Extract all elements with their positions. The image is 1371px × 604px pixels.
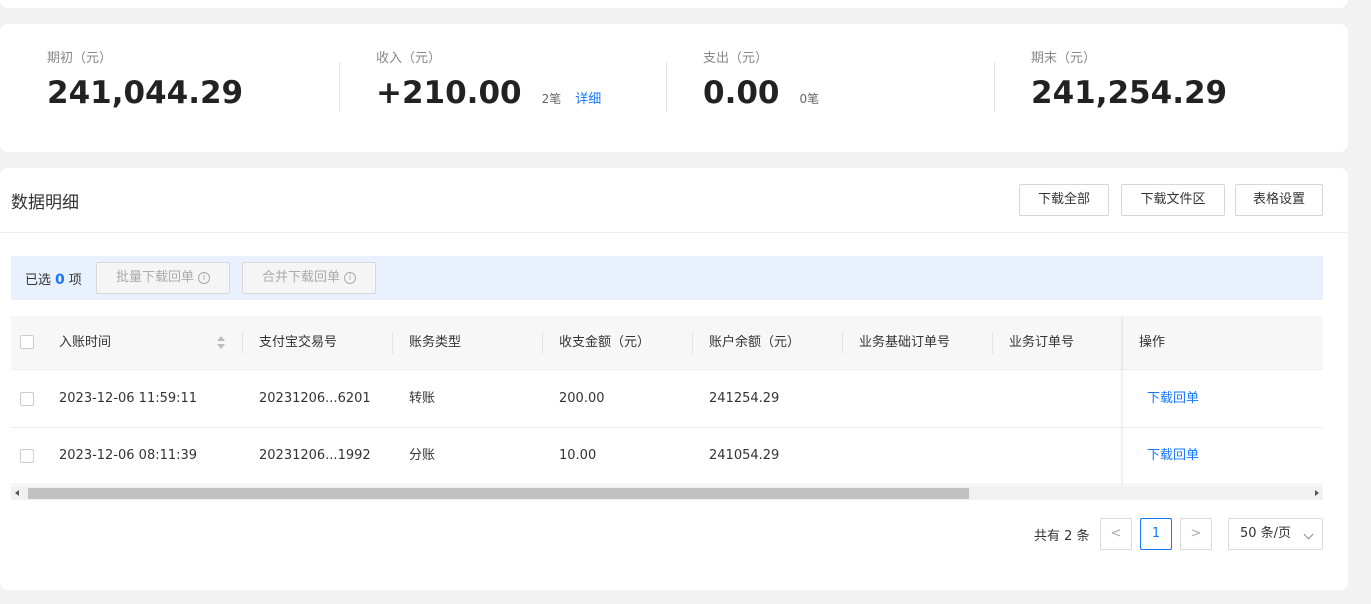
table-row: 2023-12-06 08:11:39 20231206...1992 分账 1… — [11, 428, 1323, 485]
stat-closing-value: 241,254.29 — [1031, 75, 1228, 111]
col-separator — [992, 332, 993, 354]
row-checkbox[interactable] — [20, 449, 34, 463]
chevron-down-icon — [1303, 529, 1314, 540]
col-separator — [842, 332, 843, 354]
cell-type: 转账 — [409, 391, 436, 406]
cell-amount: 200.00 — [559, 391, 605, 406]
selection-bar: 已选 0 项 批量下载回单 i 合并下载回单 i — [11, 256, 1323, 300]
divider — [994, 62, 995, 112]
top-card — [0, 0, 1348, 8]
divider — [0, 232, 1348, 233]
sort-icon[interactable] — [217, 336, 225, 350]
info-icon: i — [344, 271, 356, 284]
data-table: 入账时间 支付宝交易号 账务类型 收支金额（元） 账户余额（元） 业务基础订单号… — [11, 316, 1323, 486]
merge-download-button[interactable]: 合并下载回单 i — [242, 262, 376, 294]
col-separator — [542, 332, 543, 354]
cell-time: 2023-12-06 08:11:39 — [59, 448, 198, 463]
cell-amount: 10.00 — [559, 448, 597, 463]
selection-suffix: 项 — [68, 273, 82, 288]
selection-prefix: 已选 — [25, 273, 52, 288]
col-action: 操作 — [1139, 335, 1166, 350]
scroll-left-icon[interactable] — [15, 490, 19, 496]
col-amount: 收支金额（元） — [559, 335, 651, 350]
select-all-checkbox[interactable] — [20, 335, 34, 349]
cell-time: 2023-12-06 11:59:11 — [59, 391, 198, 406]
col-balance: 账户余额（元） — [709, 335, 801, 350]
col-type: 账务类型 — [409, 335, 462, 350]
stat-opening-label: 期初（元） — [47, 51, 113, 66]
batch-download-button[interactable]: 批量下载回单 i — [96, 262, 230, 294]
scroll-right-icon[interactable] — [1315, 490, 1319, 496]
horizontal-scrollbar[interactable] — [11, 486, 1323, 500]
scroll-thumb[interactable] — [28, 488, 969, 499]
page-size-label: 50 条/页 — [1240, 526, 1292, 541]
table-header: 入账时间 支付宝交易号 账务类型 收支金额（元） 账户余额（元） 业务基础订单号… — [11, 316, 1323, 370]
stat-expense-label: 支出（元） — [703, 51, 769, 66]
next-page-button[interactable]: > — [1180, 518, 1212, 550]
page-1-button[interactable]: 1 — [1140, 518, 1172, 550]
col-trade-no: 支付宝交易号 — [259, 335, 338, 350]
col-separator — [392, 332, 393, 354]
download-area-button[interactable]: 下载文件区 — [1121, 184, 1225, 216]
info-icon: i — [198, 271, 210, 284]
stat-closing-label: 期末（元） — [1031, 51, 1097, 66]
row-checkbox[interactable] — [20, 392, 34, 406]
stat-income-value: +210.00 — [376, 75, 522, 111]
col-separator — [242, 332, 243, 354]
cell-balance: 241054.29 — [709, 448, 780, 463]
col-base-order: 业务基础订单号 — [859, 335, 951, 350]
prev-page-button[interactable]: < — [1100, 518, 1132, 550]
selection-status: 已选 0 项 — [25, 269, 82, 288]
divider — [339, 62, 340, 112]
download-receipt-link[interactable]: 下载回单 — [1147, 428, 1199, 484]
download-receipt-link[interactable]: 下载回单 — [1147, 371, 1199, 427]
cell-balance: 241254.29 — [709, 391, 780, 406]
col-order: 业务订单号 — [1009, 335, 1075, 350]
cell-trade-no: 20231206...6201 — [259, 391, 371, 406]
table-settings-button[interactable]: 表格设置 — [1235, 184, 1323, 216]
detail-card: 数据明细 下载全部 下载文件区 表格设置 已选 0 项 批量下载回单 i 合并下载回单… — [0, 168, 1348, 590]
stat-income: 收入（元） +210.00 2笔 详细 — [376, 50, 601, 113]
summary-card: 期初（元） 241,044.29 收入（元） +210.00 2笔 详细 支出（元）… — [0, 24, 1348, 152]
cell-type: 分账 — [409, 448, 436, 463]
stat-expense-count: 0笔 — [799, 92, 820, 106]
merge-download-label: 合并下载回单 — [261, 270, 340, 285]
divider — [666, 62, 667, 112]
download-all-button[interactable]: 下载全部 — [1019, 184, 1109, 216]
selection-count: 0 — [55, 272, 65, 288]
fixed-column-shadow — [1121, 316, 1124, 484]
pagination-total: 共有 2 条 — [1034, 529, 1090, 544]
detail-title: 数据明细 — [11, 193, 79, 213]
col-separator — [692, 332, 693, 354]
col-time[interactable]: 入账时间 — [59, 316, 111, 370]
stat-closing: 期末（元） 241,254.29 — [1031, 50, 1227, 113]
income-detail-link[interactable]: 详细 — [575, 88, 601, 107]
batch-download-label: 批量下载回单 — [115, 270, 194, 285]
page-size-select[interactable]: 50 条/页 — [1228, 518, 1323, 550]
stat-opening: 期初（元） 241,044.29 — [47, 50, 243, 113]
stat-opening-value: 241,044.29 — [47, 75, 244, 111]
cell-trade-no: 20231206...1992 — [259, 448, 371, 463]
stat-expense: 支出（元） 0.00 0笔 — [703, 50, 819, 113]
stat-expense-value: 0.00 — [703, 75, 780, 111]
stat-income-count: 2笔 — [541, 92, 562, 106]
stat-income-label: 收入（元） — [376, 51, 442, 66]
table-row: 2023-12-06 11:59:11 20231206...6201 转账 2… — [11, 371, 1323, 428]
